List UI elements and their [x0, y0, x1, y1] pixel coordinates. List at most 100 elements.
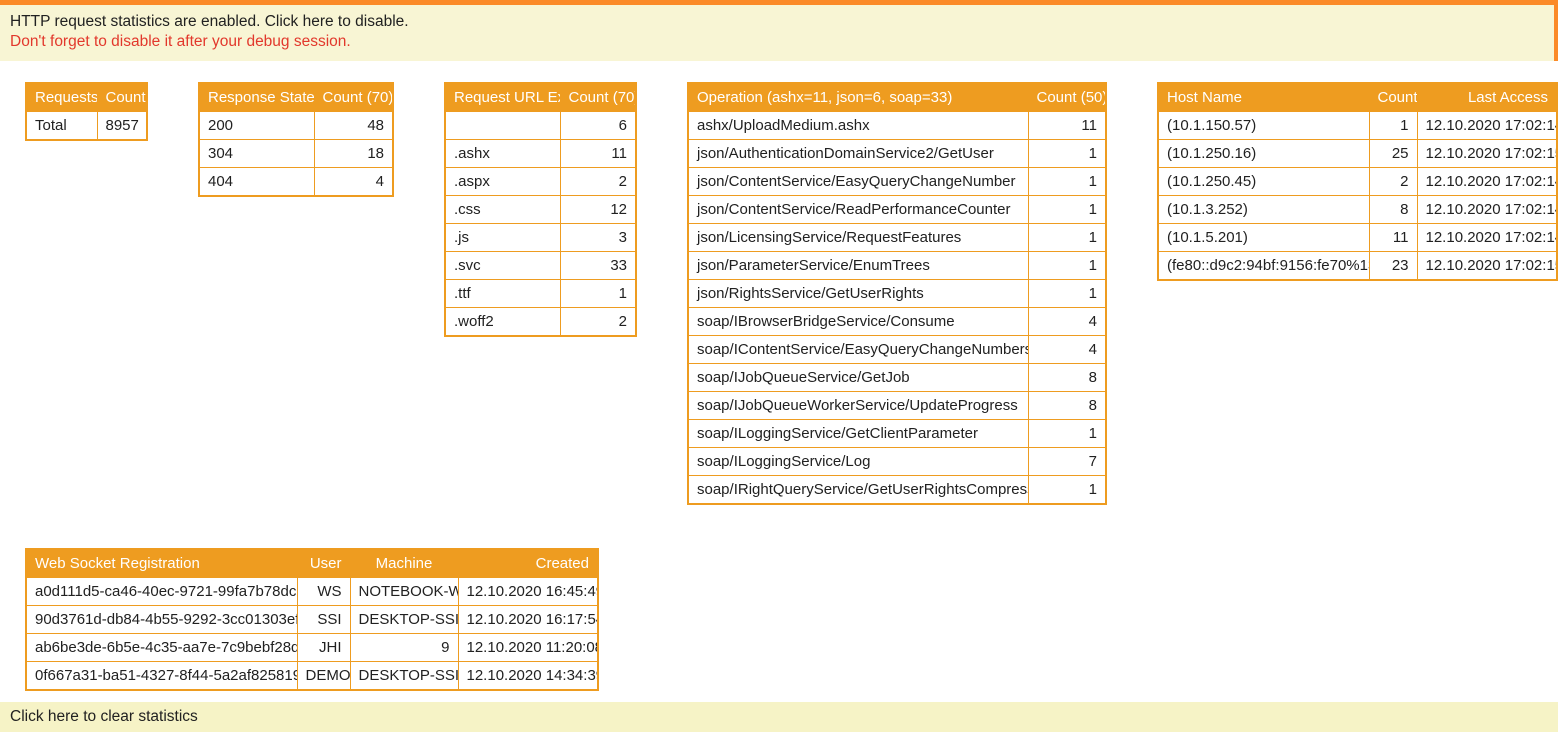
- cell: 2: [1369, 168, 1417, 196]
- clear-statistics-button[interactable]: Click here to clear statistics: [0, 702, 1558, 732]
- table-row: soap/IJobQueueService/GetJob 8: [688, 364, 1106, 392]
- table-row: .js 3: [445, 224, 636, 252]
- table-row: .ashx 11: [445, 140, 636, 168]
- table-row: soap/IBrowserBridgeService/Consume 4: [688, 308, 1106, 336]
- cell: WS: [297, 578, 350, 606]
- table-row: (10.1.250.16) 25 12.10.2020 17:02:15: [1158, 140, 1557, 168]
- cell: DEMO: [297, 662, 350, 691]
- cell: 8: [1028, 364, 1106, 392]
- cell: 1: [1028, 476, 1106, 505]
- table-header-row: Operation (ashx=11, json=6, soap=33) Cou…: [688, 83, 1106, 112]
- cell: 12.10.2020 17:02:14: [1417, 224, 1557, 252]
- cell: soap/IBrowserBridgeService/Consume: [688, 308, 1028, 336]
- cell: 12: [560, 196, 636, 224]
- column-header-operation: Operation (ashx=11, json=6, soap=33): [688, 83, 1028, 112]
- table-row: json/RightsService/GetUserRights 1: [688, 280, 1106, 308]
- clear-statistics-label[interactable]: Click here to clear statistics: [10, 708, 198, 725]
- cell: 3: [560, 224, 636, 252]
- cell: SSI: [297, 606, 350, 634]
- cell: 2: [560, 168, 636, 196]
- cell: .aspx: [445, 168, 560, 196]
- table-row: .ttf 1: [445, 280, 636, 308]
- cell: (10.1.5.201): [1158, 224, 1369, 252]
- table-row: soap/IJobQueueWorkerService/UpdateProgre…: [688, 392, 1106, 420]
- cell: 2: [560, 308, 636, 337]
- cell: json/ContentService/EasyQueryChangeNumbe…: [688, 168, 1028, 196]
- cell: 12.10.2020 14:34:39: [458, 662, 598, 691]
- table-row: .css 12: [445, 196, 636, 224]
- table-row: .woff2 2: [445, 308, 636, 337]
- cell: 404: [199, 168, 314, 197]
- cell: 12.10.2020 17:02:14: [1417, 196, 1557, 224]
- cell: (10.1.250.45): [1158, 168, 1369, 196]
- table-row: 404 4: [199, 168, 393, 197]
- cell: 4: [314, 168, 393, 197]
- cell: .svc: [445, 252, 560, 280]
- table-row: 200 48: [199, 112, 393, 140]
- cell: (10.1.150.57): [1158, 112, 1369, 140]
- column-header-last-access: Last Access: [1417, 83, 1557, 112]
- cell: 1: [1028, 280, 1106, 308]
- table-row: json/LicensingService/RequestFeatures 1: [688, 224, 1106, 252]
- http-statistics-page: HTTP request statistics are enabled. Cli…: [0, 0, 1558, 732]
- response-states-table: Response States Count (70) 200 48 304 18…: [198, 82, 394, 197]
- table-row: ab6be3de-6b5e-4c35-aa7e-7c9bebf28d44 JHI…: [26, 634, 598, 662]
- table-header-row: Request URL Ext Count (70): [445, 83, 636, 112]
- cell: 4: [1028, 308, 1106, 336]
- cell: 11: [1028, 112, 1106, 140]
- column-header-request-url-ext: Request URL Ext: [445, 83, 560, 112]
- cell: 4: [1028, 336, 1106, 364]
- cell: 12.10.2020 17:02:14: [1417, 112, 1557, 140]
- table-row: (10.1.250.45) 2 12.10.2020 17:02:14: [1158, 168, 1557, 196]
- table-row: json/AuthenticationDomainService2/GetUse…: [688, 140, 1106, 168]
- stats-enabled-banner[interactable]: HTTP request statistics are enabled. Cli…: [0, 0, 1558, 61]
- cell: Total: [26, 112, 97, 141]
- cell: json/LicensingService/RequestFeatures: [688, 224, 1028, 252]
- cell: .css: [445, 196, 560, 224]
- cell: 33: [560, 252, 636, 280]
- cell: 12.10.2020 17:02:15: [1417, 252, 1557, 281]
- cell: .ttf: [445, 280, 560, 308]
- cell: 7: [1028, 448, 1106, 476]
- cell: 1: [1028, 252, 1106, 280]
- cell: 0f667a31-ba51-4327-8f44-5a2af8258199: [26, 662, 297, 691]
- cell: 8: [1028, 392, 1106, 420]
- cell: (fe80::d9c2:94bf:9156:fe70%13): [1158, 252, 1369, 281]
- cell: 12.10.2020 11:20:08: [458, 634, 598, 662]
- table-row: (fe80::d9c2:94bf:9156:fe70%13) 23 12.10.…: [1158, 252, 1557, 281]
- table-row: 0f667a31-ba51-4327-8f44-5a2af8258199 DEM…: [26, 662, 598, 691]
- column-header-count: Count: [1369, 83, 1417, 112]
- table-row: soap/ILoggingService/GetClientParameter …: [688, 420, 1106, 448]
- cell: soap/IJobQueueWorkerService/UpdateProgre…: [688, 392, 1028, 420]
- cell: DESKTOP-SSI: [350, 606, 458, 634]
- cell: 1: [560, 280, 636, 308]
- cell: json/ParameterService/EnumTrees: [688, 252, 1028, 280]
- cell: [445, 112, 560, 140]
- cell: (10.1.250.16): [1158, 140, 1369, 168]
- cell: 8957: [97, 112, 147, 141]
- statistics-tables-row: Requests Count Total 8957 Response State…: [25, 82, 1558, 505]
- banner-enabled-disable-text[interactable]: HTTP request statistics are enabled. Cli…: [10, 12, 1542, 32]
- cell: 9: [350, 634, 458, 662]
- cell: 25: [1369, 140, 1417, 168]
- table-header-row: Web Socket Registration User Machine Cre…: [26, 549, 598, 578]
- cell: 90d3761d-db84-4b55-9292-3cc01303efc9: [26, 606, 297, 634]
- table-row: .svc 33: [445, 252, 636, 280]
- cell: 12.10.2020 17:02:14: [1417, 168, 1557, 196]
- statistics-content: Requests Count Total 8957 Response State…: [0, 61, 1558, 691]
- cell: .woff2: [445, 308, 560, 337]
- table-header-row: Host Name Count Last Access: [1158, 83, 1557, 112]
- operation-table: Operation (ashx=11, json=6, soap=33) Cou…: [687, 82, 1107, 505]
- column-header-requests: Requests: [26, 83, 97, 112]
- request-url-ext-table: Request URL Ext Count (70) 6 .ashx 11 .a…: [444, 82, 637, 337]
- table-header-row: Requests Count: [26, 83, 147, 112]
- cell: .ashx: [445, 140, 560, 168]
- table-row: soap/IRightQueryService/GetUserRightsCom…: [688, 476, 1106, 505]
- cell: 12.10.2020 16:45:49: [458, 578, 598, 606]
- cell: 11: [560, 140, 636, 168]
- column-header-user: User: [297, 549, 350, 578]
- table-row: (10.1.3.252) 8 12.10.2020 17:02:14: [1158, 196, 1557, 224]
- cell: json/AuthenticationDomainService2/GetUse…: [688, 140, 1028, 168]
- column-header-machine: Machine: [350, 549, 458, 578]
- table-row: json/ContentService/ReadPerformanceCount…: [688, 196, 1106, 224]
